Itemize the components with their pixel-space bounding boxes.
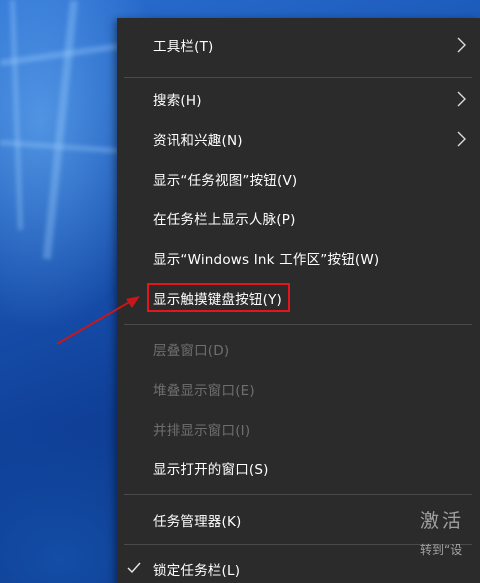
menu-item-search[interactable]: 搜索(H) (117, 79, 480, 119)
menu-item-label: 显示“Windows Ink 工作区”按钮(W) (153, 252, 380, 268)
menu-item-toolbars[interactable]: 工具栏(T) (117, 25, 480, 65)
menu-item-task-manager[interactable]: 任务管理器(K) (117, 500, 480, 540)
menu-item-show-open-windows[interactable]: 显示打开的窗口(S) (117, 448, 480, 488)
menu-item-show-touch-keyboard-button[interactable]: 显示触摸键盘按钮(Y) (117, 278, 480, 318)
menu-item-label: 搜索(H) (153, 93, 202, 109)
checkmark-icon (127, 562, 141, 574)
taskbar-context-menu: 工具栏(T) 搜索(H) 资讯和兴趣(N) 显示“任务视图”按钮(V) 在任务栏… (117, 18, 480, 583)
menu-separator (124, 324, 472, 325)
menu-separator (124, 494, 472, 495)
menu-item-label: 层叠窗口(D) (153, 343, 230, 359)
menu-separator (124, 77, 472, 78)
menu-item-label: 显示打开的窗口(S) (153, 462, 269, 478)
menu-item-show-windows-side-by-side: 并排显示窗口(I) (117, 409, 480, 449)
menu-item-label: 资讯和兴趣(N) (153, 133, 243, 149)
menu-item-lock-taskbar[interactable]: 锁定任务栏(L) (117, 549, 480, 583)
menu-item-show-task-view-button[interactable]: 显示“任务视图”按钮(V) (117, 159, 480, 199)
menu-item-label: 锁定任务栏(L) (153, 563, 241, 579)
menu-item-label: 并排显示窗口(I) (153, 423, 251, 439)
wallpaper-beam (10, 0, 24, 230)
menu-item-label: 显示触摸键盘按钮(Y) (153, 292, 282, 308)
menu-item-show-windows-ink-button[interactable]: 显示“Windows Ink 工作区”按钮(W) (117, 238, 480, 278)
menu-item-news-and-interests[interactable]: 资讯和兴趣(N) (117, 119, 480, 159)
menu-item-show-windows-stacked: 堆叠显示窗口(E) (117, 369, 480, 409)
wallpaper-beam (42, 0, 78, 260)
menu-separator (124, 544, 472, 545)
chevron-right-icon (457, 131, 466, 147)
menu-item-label: 在任务栏上显示人脉(P) (153, 212, 296, 228)
menu-item-label: 任务管理器(K) (153, 514, 242, 530)
chevron-right-icon (457, 37, 466, 53)
menu-item-show-people[interactable]: 在任务栏上显示人脉(P) (117, 198, 480, 238)
menu-item-cascade-windows: 层叠窗口(D) (117, 329, 480, 369)
chevron-right-icon (457, 91, 466, 107)
menu-item-label: 显示“任务视图”按钮(V) (153, 173, 298, 189)
menu-item-label: 工具栏(T) (153, 39, 214, 55)
desktop-wallpaper: 工具栏(T) 搜索(H) 资讯和兴趣(N) 显示“任务视图”按钮(V) 在任务栏… (0, 0, 480, 583)
menu-item-label: 堆叠显示窗口(E) (153, 383, 255, 399)
